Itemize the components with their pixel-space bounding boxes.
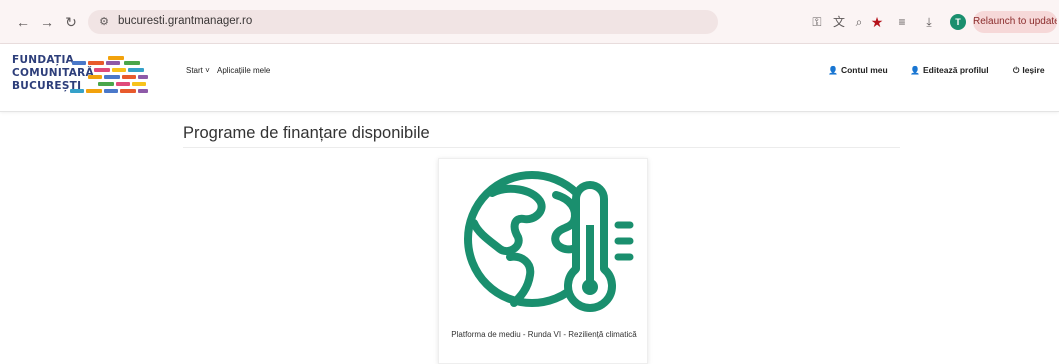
logo-brick (132, 82, 146, 86)
reload-icon[interactable]: ↻ (62, 13, 80, 31)
logo-brick (88, 75, 102, 79)
logo-line-2: COMUNITARĂ (12, 67, 94, 79)
forward-icon[interactable]: → (38, 13, 56, 31)
nav-edit-profile-label: Editează profilul (922, 65, 989, 75)
logo-brick (108, 56, 124, 60)
program-card[interactable]: Platforma de mediu - Runda VI - Rezilien… (438, 158, 648, 364)
address-bar[interactable]: ⚙ bucuresti.grantmanager.ro (88, 10, 718, 34)
page-title: Programe de finanțare disponibile (183, 124, 430, 142)
browser-toolbar: ← → ↻ ⚙ bucuresti.grantmanager.ro ⚿ 文 ⌕ … (0, 0, 1059, 44)
url-text[interactable]: bucuresti.grantmanager.ro (118, 15, 252, 27)
nav-start[interactable]: Start ˅ (186, 66, 210, 75)
user-icon: 👤 (828, 66, 838, 75)
logo-brick (124, 61, 140, 65)
user-edit-icon: 👤 (910, 66, 920, 75)
logo-brick (104, 89, 118, 93)
nav-logout[interactable]: ⏻ Ieșire (1013, 65, 1045, 76)
logo-brick (94, 68, 110, 72)
logo-brick (138, 75, 148, 79)
star-icon[interactable]: ★ (868, 13, 886, 31)
zoom-icon[interactable]: ⌕ (850, 13, 868, 31)
foundation-logo[interactable]: FUNDAȚIA COMUNITARĂ BUCUREȘTI (12, 54, 152, 104)
relaunch-button[interactable]: Relaunch to update (973, 11, 1057, 33)
key-icon[interactable]: ⚿ (808, 13, 826, 31)
logo-brick (86, 89, 102, 93)
media-icon[interactable]: ≡ (893, 13, 911, 31)
logo-brick (72, 61, 86, 65)
power-icon: ⏻ (1013, 66, 1020, 75)
logo-brick (128, 68, 144, 72)
globe-thermometer-icon (464, 171, 634, 312)
download-icon[interactable]: ⤓ (920, 13, 938, 31)
logo-brick (138, 89, 148, 93)
logo-brick (98, 82, 114, 86)
nav-my-account-label: Contul meu (840, 65, 888, 75)
nav-my-applications[interactable]: Aplicațiile mele (217, 66, 270, 75)
nav-logout-label: Ieșire (1022, 65, 1045, 75)
logo-brick (70, 89, 84, 93)
logo-brick (106, 61, 120, 65)
logo-brick (112, 68, 126, 72)
profile-avatar[interactable]: T (950, 14, 966, 30)
nav-my-account[interactable]: 👤 Contul meu (828, 65, 888, 75)
translate-icon[interactable]: 文 (830, 13, 848, 31)
logo-brick (116, 82, 130, 86)
logo-brick (88, 61, 104, 65)
logo-brick (104, 75, 120, 79)
title-divider (183, 147, 900, 148)
back-icon[interactable]: ← (14, 13, 32, 31)
logo-brick (122, 75, 136, 79)
logo-line-1: FUNDAȚIA (12, 54, 75, 66)
program-card-title[interactable]: Platforma de mediu - Runda VI - Rezilien… (449, 329, 639, 341)
logo-brick (120, 89, 136, 93)
nav-edit-profile[interactable]: 👤 Editează profilul (910, 65, 989, 75)
site-header (0, 44, 1059, 112)
site-settings-icon[interactable]: ⚙ (96, 14, 112, 30)
